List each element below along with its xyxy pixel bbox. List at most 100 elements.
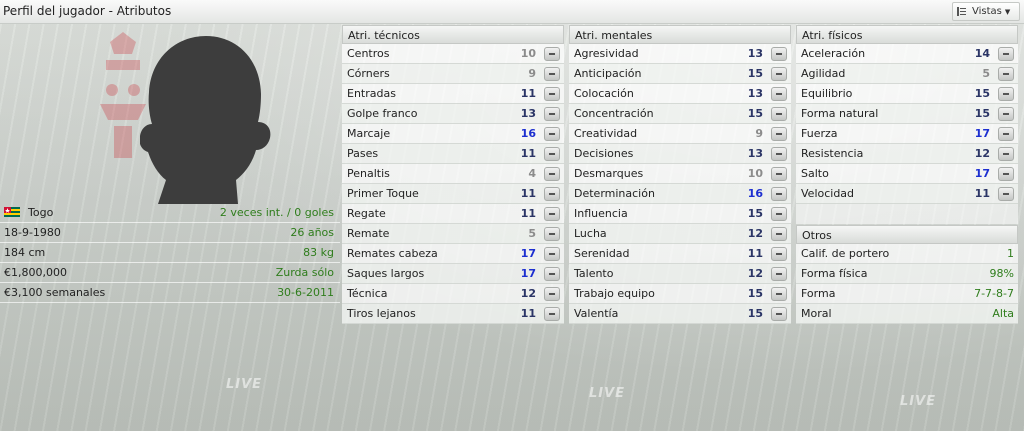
attribute-name: Marcaje xyxy=(347,127,391,140)
attribute-row[interactable]: Agresividad 13 xyxy=(569,44,791,64)
attribute-row[interactable]: Talento 12 xyxy=(569,264,791,284)
attribute-name: Moral xyxy=(801,307,832,320)
attribute-row[interactable]: Salto 17 xyxy=(796,164,1018,184)
minus-icon[interactable] xyxy=(544,126,560,141)
attribute-row[interactable]: Centros 10 xyxy=(342,44,564,64)
attribute-row[interactable]: Aceleración 14 xyxy=(796,44,1018,64)
minus-icon[interactable] xyxy=(771,186,787,201)
minus-icon[interactable] xyxy=(998,146,1014,161)
attribute-row[interactable]: Lucha 12 xyxy=(569,224,791,244)
attribute-row[interactable]: Remates cabeza 17 xyxy=(342,244,564,264)
physical-attribute-list: Aceleración 14 Agilidad 5 Equilibrio 15 Forma … xyxy=(796,44,1018,204)
attribute-row[interactable]: Calif. de portero 1 xyxy=(796,244,1018,264)
minus-icon[interactable] xyxy=(998,106,1014,121)
minus-icon[interactable] xyxy=(771,86,787,101)
minus-icon[interactable] xyxy=(544,86,560,101)
attribute-row[interactable]: Resistencia 12 xyxy=(796,144,1018,164)
attribute-row[interactable]: Forma 7-7-8-7 xyxy=(796,284,1018,304)
attribute-value: 11 xyxy=(974,187,990,200)
attribute-row[interactable]: Regate 11 xyxy=(342,204,564,224)
minus-icon[interactable] xyxy=(544,186,560,201)
minus-icon[interactable] xyxy=(771,66,787,81)
attribute-row[interactable]: Trabajo equipo 15 xyxy=(569,284,791,304)
minus-icon[interactable] xyxy=(771,206,787,221)
attribute-row[interactable]: Saques largos 17 xyxy=(342,264,564,284)
attribute-name: Remates cabeza xyxy=(347,247,438,260)
international-caps[interactable]: 2 veces int. / 0 goles xyxy=(220,206,334,219)
attribute-row[interactable]: Equilibrio 15 xyxy=(796,84,1018,104)
attribute-row[interactable]: Remate 5 xyxy=(342,224,564,244)
minus-icon[interactable] xyxy=(544,66,560,81)
attribute-row[interactable]: Tiros lejanos 11 xyxy=(342,304,564,324)
minus-icon[interactable] xyxy=(998,126,1014,141)
minus-icon[interactable] xyxy=(544,266,560,281)
minus-icon[interactable] xyxy=(998,86,1014,101)
minus-icon[interactable] xyxy=(544,166,560,181)
minus-icon[interactable] xyxy=(771,166,787,181)
attribute-row[interactable]: Agilidad 5 xyxy=(796,64,1018,84)
togo-flag-icon xyxy=(4,207,20,217)
technical-header: Atri. técnicos xyxy=(342,25,564,44)
attribute-row[interactable]: Forma natural 15 xyxy=(796,104,1018,124)
attribute-value: 14 xyxy=(974,47,990,60)
attribute-row[interactable]: Córners 9 xyxy=(342,64,564,84)
attribute-name: Creatividad xyxy=(574,127,638,140)
attribute-row[interactable]: Forma física 98% xyxy=(796,264,1018,284)
attribute-value: 11 xyxy=(520,307,536,320)
attribute-value: Alta xyxy=(992,307,1014,320)
attribute-row[interactable]: Concentración 15 xyxy=(569,104,791,124)
attribute-value: 9 xyxy=(528,67,536,80)
attribute-row[interactable]: Golpe franco 13 xyxy=(342,104,564,124)
minus-icon[interactable] xyxy=(998,46,1014,61)
attribute-row[interactable]: Velocidad 11 xyxy=(796,184,1018,204)
info-row-nationality: Togo 2 veces int. / 0 goles xyxy=(0,203,340,223)
attribute-row[interactable]: Moral Alta xyxy=(796,304,1018,324)
minus-icon[interactable] xyxy=(544,226,560,241)
attribute-name: Anticipación xyxy=(574,67,642,80)
attribute-row[interactable]: Fuerza 17 xyxy=(796,124,1018,144)
minus-icon[interactable] xyxy=(544,46,560,61)
attribute-row[interactable]: Influencia 15 xyxy=(569,204,791,224)
attribute-name: Forma física xyxy=(801,267,868,280)
attribute-value: 15 xyxy=(747,67,763,80)
attribute-name: Decisiones xyxy=(574,147,634,160)
attribute-row[interactable]: Colocación 13 xyxy=(569,84,791,104)
attribute-name: Tiros lejanos xyxy=(347,307,416,320)
minus-icon[interactable] xyxy=(771,306,787,321)
attribute-row[interactable]: Creatividad 9 xyxy=(569,124,791,144)
minus-icon[interactable] xyxy=(771,246,787,261)
minus-icon[interactable] xyxy=(771,226,787,241)
attribute-row[interactable]: Decisiones 13 xyxy=(569,144,791,164)
minus-icon[interactable] xyxy=(544,206,560,221)
attribute-row[interactable]: Marcaje 16 xyxy=(342,124,564,144)
attribute-row[interactable]: Serenidad 11 xyxy=(569,244,791,264)
minus-icon[interactable] xyxy=(771,146,787,161)
minus-icon[interactable] xyxy=(544,246,560,261)
attribute-row[interactable]: Pases 11 xyxy=(342,144,564,164)
attribute-row[interactable]: Entradas 11 xyxy=(342,84,564,104)
minus-icon[interactable] xyxy=(771,266,787,281)
attribute-row[interactable]: Anticipación 15 xyxy=(569,64,791,84)
views-menu-label: Vistas xyxy=(972,6,1002,17)
minus-icon[interactable] xyxy=(544,146,560,161)
attribute-row[interactable]: Penaltis 4 xyxy=(342,164,564,184)
attribute-row[interactable]: Valentía 15 xyxy=(569,304,791,324)
minus-icon[interactable] xyxy=(998,66,1014,81)
minus-icon[interactable] xyxy=(998,166,1014,181)
minus-icon[interactable] xyxy=(544,306,560,321)
views-menu-button[interactable]: Vistas ▼ xyxy=(952,2,1020,21)
minus-icon[interactable] xyxy=(544,286,560,301)
attribute-name: Concentración xyxy=(574,107,654,120)
minus-icon[interactable] xyxy=(771,106,787,121)
minus-icon[interactable] xyxy=(544,106,560,121)
attribute-row[interactable]: Técnica 12 xyxy=(342,284,564,304)
minus-icon[interactable] xyxy=(771,126,787,141)
minus-icon[interactable] xyxy=(771,46,787,61)
attribute-row[interactable]: Determinación 16 xyxy=(569,184,791,204)
attribute-row[interactable]: Primer Toque 11 xyxy=(342,184,564,204)
attribute-row[interactable]: Desmarques 10 xyxy=(569,164,791,184)
nationality-cell: Togo xyxy=(4,206,53,219)
minus-icon[interactable] xyxy=(771,286,787,301)
minus-icon[interactable] xyxy=(998,186,1014,201)
attribute-value: 15 xyxy=(747,107,763,120)
